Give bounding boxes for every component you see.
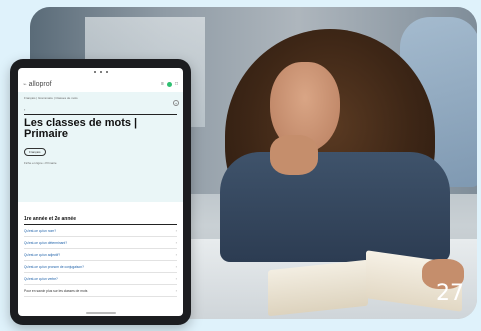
toc-item[interactable]: Qu'est-ce qu'un adjectif? › xyxy=(24,249,177,261)
toc-item-label: Qu'est-ce qu'un nom? xyxy=(24,228,57,233)
status-dot-icon xyxy=(105,71,108,73)
live-status-icon[interactable] xyxy=(166,81,172,87)
subject-badge[interactable]: Français xyxy=(24,148,46,156)
toc-item-label: Qu'est-ce qu'un adjectif? xyxy=(24,252,61,257)
page-number: 27 xyxy=(436,281,464,306)
status-dot-icon xyxy=(99,71,102,73)
chevron-right-icon: › xyxy=(175,240,177,245)
tablet-status-bar xyxy=(18,68,183,76)
toc-item[interactable]: Qu'est-ce qu'un déterminant? › xyxy=(24,237,177,249)
header-icons: ≡ □ xyxy=(161,81,178,87)
breadcrumb[interactable]: Français | Grammaire | Classes de mots xyxy=(24,96,177,100)
section-title: 1re année et 2e année xyxy=(24,216,76,222)
toc-item-label: Qu'est-ce qu'un pronom de conjugaison? xyxy=(24,264,84,269)
chevron-right-icon: › xyxy=(175,252,177,257)
logo-text: alloprof xyxy=(28,80,52,88)
home-indicator xyxy=(85,312,116,314)
chevron-right-icon: › xyxy=(175,228,177,233)
toc-item[interactable]: Qu'est-ce qu'un verbe? › xyxy=(24,273,177,285)
toc-item[interactable]: Qu'est-ce qu'un nom? › xyxy=(24,225,177,237)
status-dot-icon xyxy=(93,71,96,73)
alloprof-logo[interactable]: ⌁ alloprof xyxy=(23,81,52,88)
photo-girl-hand xyxy=(270,135,318,175)
site-header: ⌁ alloprof ≡ □ xyxy=(18,76,183,92)
title-divider xyxy=(24,114,177,115)
page-hero: Français | Grammaire | Classes de mots +… xyxy=(18,92,183,202)
toc-item[interactable]: Pour en savoir plus sur les classes de m… xyxy=(24,285,177,297)
tablet-device: ⌁ alloprof ≡ □ Français | Grammaire | Cl… xyxy=(10,59,191,325)
menu-icon[interactable]: ≡ xyxy=(161,81,164,87)
page-title: Les classes de mots | Primaire xyxy=(24,117,138,140)
toc-item-label: Qu'est-ce qu'un verbe? xyxy=(24,276,58,281)
page-meta: Fiche en ligne • Primaire xyxy=(24,161,57,165)
toc-item[interactable]: Qu'est-ce qu'un pronom de conjugaison? › xyxy=(24,261,177,273)
toc-item-label: Pour en savoir plus sur les classes de m… xyxy=(24,288,88,293)
chevron-right-icon: › xyxy=(175,264,177,269)
page-content: 1re année et 2e année Qu'est-ce qu'un no… xyxy=(18,202,183,303)
back-icon[interactable]: ‹ xyxy=(24,107,177,112)
toc-item-label: Qu'est-ce qu'un déterminant? xyxy=(24,240,68,245)
chevron-right-icon: › xyxy=(175,288,177,293)
chevron-right-icon: › xyxy=(175,276,177,281)
photo-girl-jacket xyxy=(220,152,450,262)
tablet-screen: ⌁ alloprof ≡ □ Français | Grammaire | Cl… xyxy=(18,68,183,316)
logo-mark-icon: ⌁ xyxy=(23,81,27,88)
account-icon[interactable]: □ xyxy=(175,81,178,87)
favorite-icon[interactable]: + xyxy=(173,100,179,106)
